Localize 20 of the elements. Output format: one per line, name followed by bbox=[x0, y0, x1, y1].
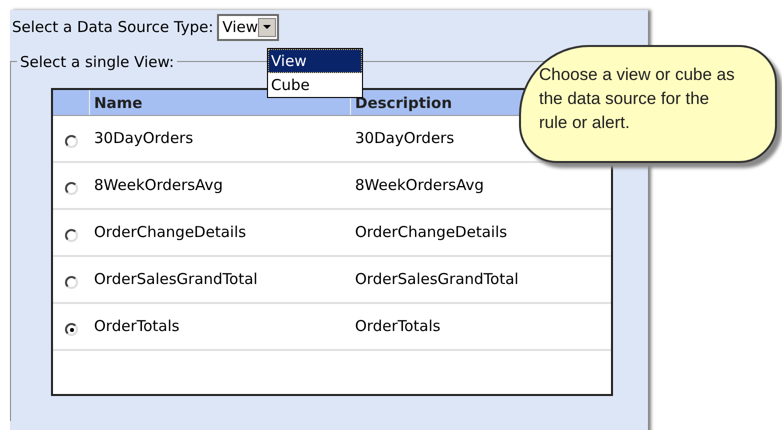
table-cell: 8WeekOrdersAvg bbox=[355, 176, 484, 194]
radio-button[interactable] bbox=[65, 276, 78, 289]
radio-button[interactable] bbox=[65, 323, 78, 336]
table-cell: 30DayOrders bbox=[94, 129, 194, 148]
radio-button[interactable] bbox=[65, 182, 78, 195]
table-cell: OrderTotals bbox=[94, 317, 180, 336]
table-cell: 30DayOrders bbox=[355, 129, 454, 148]
table-cell: OrderSalesGrandTotal bbox=[355, 270, 519, 288]
table-cell: OrderChangeDetails bbox=[94, 223, 246, 242]
dropdown-option[interactable]: View bbox=[268, 49, 362, 73]
table-cell: OrderSalesGrandTotal bbox=[94, 270, 258, 288]
field-label: Select a Data Source Type: bbox=[12, 17, 214, 38]
callout: Choose a view or cube as the data source for the rule or alert. bbox=[519, 45, 777, 163]
radio-button[interactable] bbox=[65, 135, 78, 148]
dropdown[interactable]: View bbox=[217, 14, 280, 41]
caret-icon bbox=[258, 18, 276, 37]
radio-button[interactable] bbox=[65, 229, 78, 242]
table-cell: OrderTotals bbox=[355, 317, 440, 336]
table-cell: OrderChangeDetails bbox=[355, 223, 508, 242]
table-cell: 8WeekOrdersAvg bbox=[94, 176, 223, 194]
